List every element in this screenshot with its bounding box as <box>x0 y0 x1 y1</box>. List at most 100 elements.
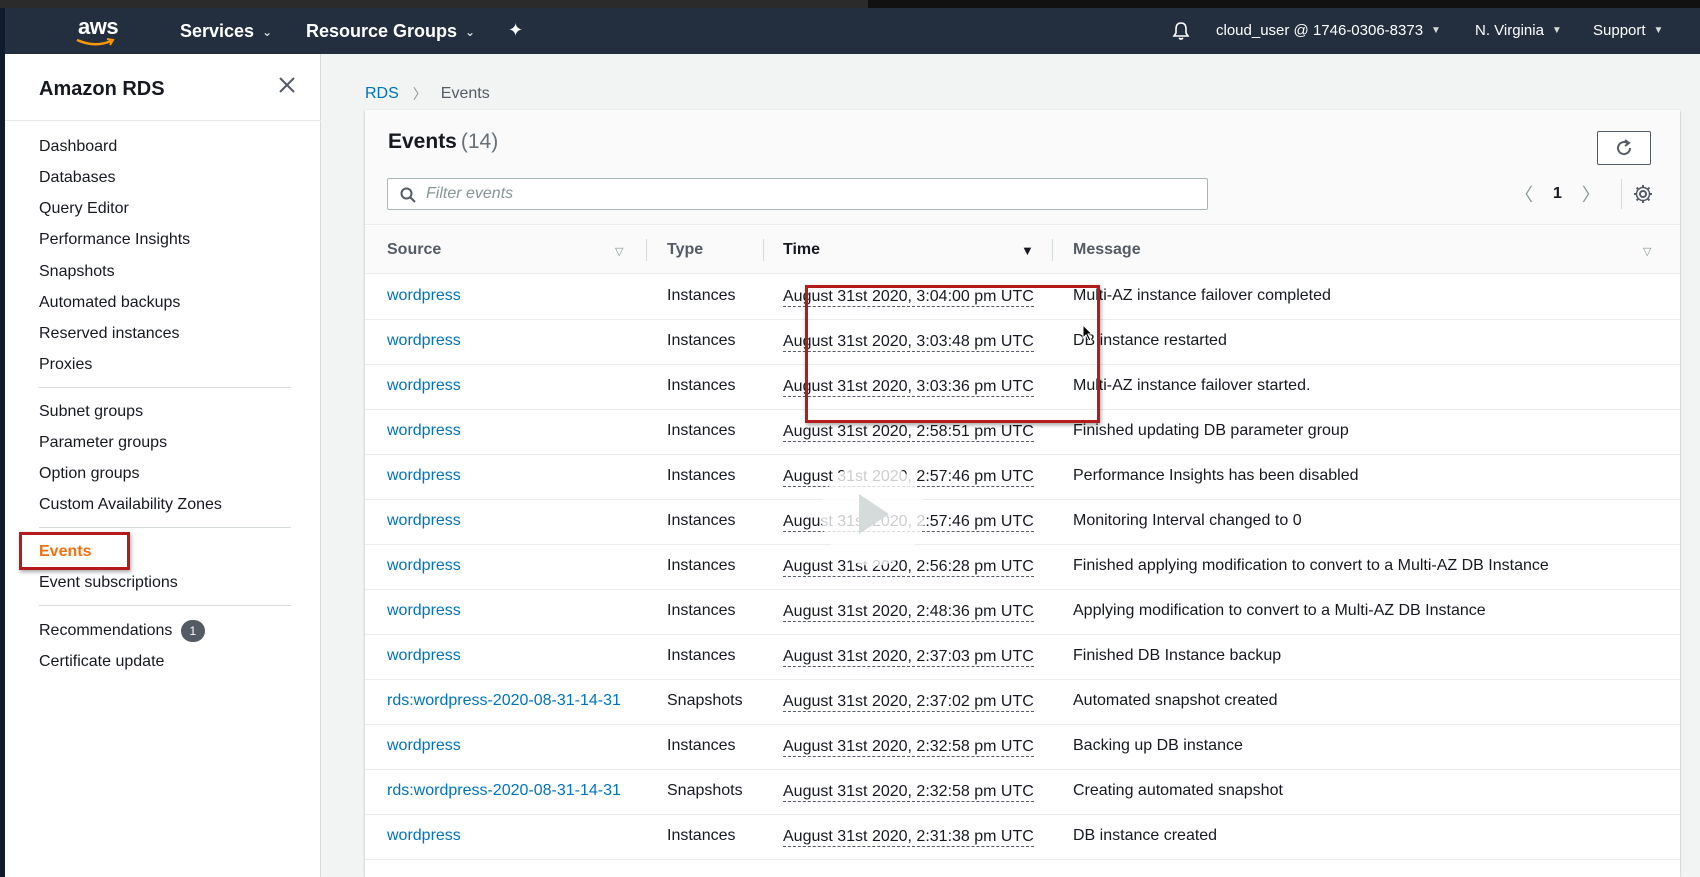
message-cell: Performance Insights has been disabled <box>1073 467 1359 484</box>
sidebar-divider <box>39 527 291 528</box>
column-header-type[interactable]: Type <box>667 241 703 259</box>
aws-smile-icon <box>76 38 115 46</box>
table-row: wordpress Instances August 31st 2020, 2:… <box>365 410 1680 455</box>
caret-down-icon: ▼ <box>1431 25 1441 36</box>
services-menu[interactable]: Services ⌄ <box>180 21 272 42</box>
sidebar-item-events[interactable]: Events <box>39 543 91 561</box>
video-play-button[interactable] <box>821 462 925 566</box>
column-separator[interactable] <box>646 239 647 261</box>
time-cell[interactable]: August 31st 2020, 2:48:36 pm UTC <box>783 602 1034 622</box>
column-header-time[interactable]: Time <box>783 241 820 259</box>
source-link[interactable]: rds:wordpress-2020-08-31-14-31 <box>387 692 621 710</box>
time-cell[interactable]: August 31st 2020, 2:37:03 pm UTC <box>783 647 1034 667</box>
type-cell: Instances <box>667 512 736 529</box>
column-separator[interactable] <box>1052 239 1053 261</box>
message-cell: Multi-AZ instance failover started. <box>1073 377 1311 394</box>
type-cell: Instances <box>667 377 736 394</box>
sidebar-item-query-editor[interactable]: Query Editor <box>39 200 129 218</box>
sidebar-item-parameter-groups[interactable]: Parameter groups <box>39 434 167 452</box>
bell-icon[interactable] <box>1172 21 1190 46</box>
message-cell: Finished updating DB parameter group <box>1073 422 1349 439</box>
source-link[interactable]: wordpress <box>387 557 461 575</box>
source-link[interactable]: wordpress <box>387 647 461 665</box>
time-cell[interactable]: August 31st 2020, 2:32:58 pm UTC <box>783 737 1034 757</box>
region-label: N. Virginia <box>1475 22 1544 39</box>
sidebar-item-automated-backups[interactable]: Automated backups <box>39 294 180 312</box>
refresh-button[interactable] <box>1597 131 1651 165</box>
page-number[interactable]: 1 <box>1553 185 1562 203</box>
sidebar-item-performance-insights[interactable]: Performance Insights <box>39 231 190 249</box>
time-cell[interactable]: August 31st 2020, 3:04:00 pm UTC <box>783 287 1034 307</box>
column-header-source[interactable]: Source <box>387 241 441 259</box>
sidebar-item-recommendations[interactable]: Recommendations 1 <box>39 620 205 642</box>
table-row: wordpress Instances August 31st 2020, 2:… <box>365 590 1680 635</box>
support-menu[interactable]: Support ▼ <box>1593 22 1663 39</box>
breadcrumb: RDS 〉 Events <box>365 84 490 104</box>
sidebar-item-snapshots[interactable]: Snapshots <box>39 263 115 281</box>
sidebar-item-proxies[interactable]: Proxies <box>39 356 92 374</box>
sidebar-item-option-groups[interactable]: Option groups <box>39 465 140 483</box>
time-cell[interactable]: August 31st 2020, 2:56:28 pm UTC <box>783 557 1034 577</box>
time-cell[interactable]: August 31st 2020, 2:32:58 pm UTC <box>783 782 1034 802</box>
source-link[interactable]: wordpress <box>387 737 461 755</box>
sidebar-item-subnet-groups[interactable]: Subnet groups <box>39 403 143 421</box>
chevron-right-icon: 〉 <box>412 86 427 102</box>
type-cell: Snapshots <box>667 692 743 709</box>
filter-events-input[interactable] <box>426 183 1196 205</box>
sidebar-item-reserved-instances[interactable]: Reserved instances <box>39 325 180 343</box>
source-link[interactable]: wordpress <box>387 602 461 620</box>
sidebar-item-databases[interactable]: Databases <box>39 169 116 187</box>
type-cell: Instances <box>667 287 736 304</box>
pin-icon[interactable]: ✦ <box>508 20 523 41</box>
events-panel: Events(14) 〈 1 〉 <box>365 110 1680 877</box>
resource-groups-label: Resource Groups <box>306 21 458 41</box>
next-page-icon[interactable]: 〉 <box>1582 181 1600 207</box>
source-link[interactable]: wordpress <box>387 827 461 845</box>
sidebar-title: Amazon RDS <box>39 78 165 100</box>
account-menu[interactable]: cloud_user @ 1746-0306-8373 ▼ <box>1216 22 1441 39</box>
sidebar-item-dashboard[interactable]: Dashboard <box>39 138 117 156</box>
source-link[interactable]: wordpress <box>387 287 461 305</box>
source-link[interactable]: wordpress <box>387 332 461 350</box>
time-cell[interactable]: August 31st 2020, 2:31:38 pm UTC <box>783 827 1034 847</box>
previous-page-icon[interactable]: 〈 <box>1515 181 1533 207</box>
time-cell[interactable]: August 31st 2020, 3:03:36 pm UTC <box>783 377 1034 397</box>
services-label: Services <box>180 21 255 41</box>
sidebar-item-custom-availability-zones[interactable]: Custom Availability Zones <box>39 496 222 514</box>
region-menu[interactable]: N. Virginia ▼ <box>1475 22 1562 39</box>
sidebar: Amazon RDS Dashboard Databases Query Edi… <box>5 54 321 877</box>
time-cell[interactable]: August 31st 2020, 2:58:51 pm UTC <box>783 422 1034 442</box>
time-cell[interactable]: August 31st 2020, 3:03:48 pm UTC <box>783 332 1034 352</box>
source-link[interactable]: rds:wordpress-2020-08-31-14-31 <box>387 782 621 800</box>
refresh-icon <box>1617 139 1632 156</box>
table-row: wordpress Instances August 31st 2020, 2:… <box>365 815 1680 860</box>
type-cell: Instances <box>667 422 736 439</box>
sort-icon[interactable]: ▽ <box>1643 245 1651 258</box>
time-cell[interactable]: August 31st 2020, 2:37:02 pm UTC <box>783 692 1034 712</box>
column-separator[interactable] <box>763 239 764 261</box>
sidebar-item-certificate-update[interactable]: Certificate update <box>39 653 164 671</box>
message-cell: DB instance created <box>1073 827 1218 844</box>
search-icon <box>400 187 416 203</box>
column-header-message[interactable]: Message <box>1073 241 1141 259</box>
sidebar-divider <box>39 387 291 388</box>
table-row: wordpress Instances August 31st 2020, 3:… <box>365 365 1680 410</box>
source-link[interactable]: wordpress <box>387 422 461 440</box>
message-cell: DB instance restarted <box>1073 332 1227 349</box>
type-cell: Instances <box>667 737 736 754</box>
message-cell: Applying modification to convert to a Mu… <box>1073 602 1486 619</box>
filter-events-field[interactable] <box>387 178 1208 210</box>
account-label: cloud_user @ 1746-0306-8373 <box>1216 22 1424 39</box>
aws-logo[interactable]: aws <box>71 14 127 48</box>
source-link[interactable]: wordpress <box>387 467 461 485</box>
resource-groups-menu[interactable]: Resource Groups ⌄ <box>306 21 475 42</box>
sort-icon[interactable]: ▽ <box>615 245 623 258</box>
gear-icon[interactable] <box>1633 184 1653 209</box>
source-link[interactable]: wordpress <box>387 512 461 530</box>
sort-descending-icon[interactable]: ▼ <box>1021 243 1034 258</box>
breadcrumb-rds-link[interactable]: RDS <box>365 85 399 103</box>
source-link[interactable]: wordpress <box>387 377 461 395</box>
message-cell: Multi-AZ instance failover completed <box>1073 287 1331 304</box>
sidebar-item-event-subscriptions[interactable]: Event subscriptions <box>39 574 178 592</box>
close-icon[interactable] <box>278 76 300 98</box>
